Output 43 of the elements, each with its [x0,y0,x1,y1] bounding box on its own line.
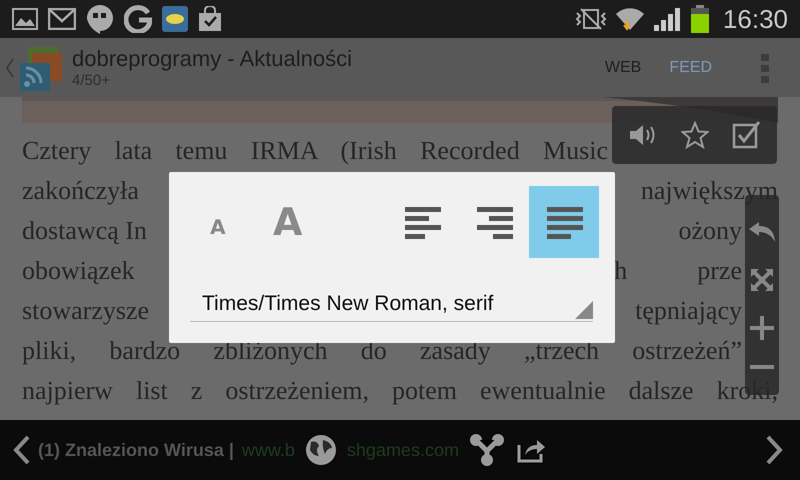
view-tab[interactable]: FEED [659,52,722,82]
wifi-icon [614,6,645,32]
font-dropdown[interactable]: Times/Times New Roman, serif [190,286,593,322]
alignment-button[interactable] [529,186,599,258]
globe-icon[interactable] [304,434,337,466]
article-text: tępniający [635,296,742,326]
quote-bubble-icon [86,4,114,34]
article-text: Cztery lata temu IRMA (Irish Recorded Music [22,136,608,166]
app-icon [162,6,188,32]
share-icon[interactable] [516,437,547,463]
battery-icon [690,5,709,33]
view-tab[interactable]: WEB [594,52,652,82]
feed-stack-icon [18,44,64,90]
article-text: obowiązek [22,256,135,286]
shopping-bag-icon [198,6,222,32]
ticker-title: (1) Znaleziono Wirusa | [38,440,234,460]
signal-icon [652,7,683,31]
share-nodes-icon[interactable] [468,433,505,467]
feed-title: dobreprogramy - Aktualności [72,46,354,72]
vibrate-mute-icon [574,7,607,31]
font-size-button[interactable]: A [252,186,323,258]
font-size-button[interactable]: A [183,186,253,258]
next-chevron-icon[interactable] [766,435,784,465]
dropdown-arrow-icon [575,301,593,319]
previous-chevron-icon[interactable] [12,435,30,465]
checkbox-icon[interactable] [732,120,762,150]
minus-icon[interactable] [750,364,774,369]
speaker-icon[interactable] [628,122,658,148]
article-text: prze [697,256,742,286]
article-text: ożony [678,216,742,246]
article-text: pliki, bardzo zbliżonych do zasady „trzech ostrzeżeń” [22,336,742,366]
plus-icon[interactable] [750,316,774,340]
article-text: stowarzysze [22,296,150,326]
gallery-icon [12,8,38,30]
star-icon[interactable] [680,121,708,149]
status-time: 16:30 [722,4,788,34]
mail-icon [48,8,76,30]
article-text: dostawcą In [22,216,147,246]
g-letter-icon [124,5,152,33]
article-text: h [614,256,628,286]
expand-icon[interactable] [750,268,774,292]
article-text: zakończyła [22,176,139,206]
undo-arrow-icon[interactable] [748,221,776,244]
